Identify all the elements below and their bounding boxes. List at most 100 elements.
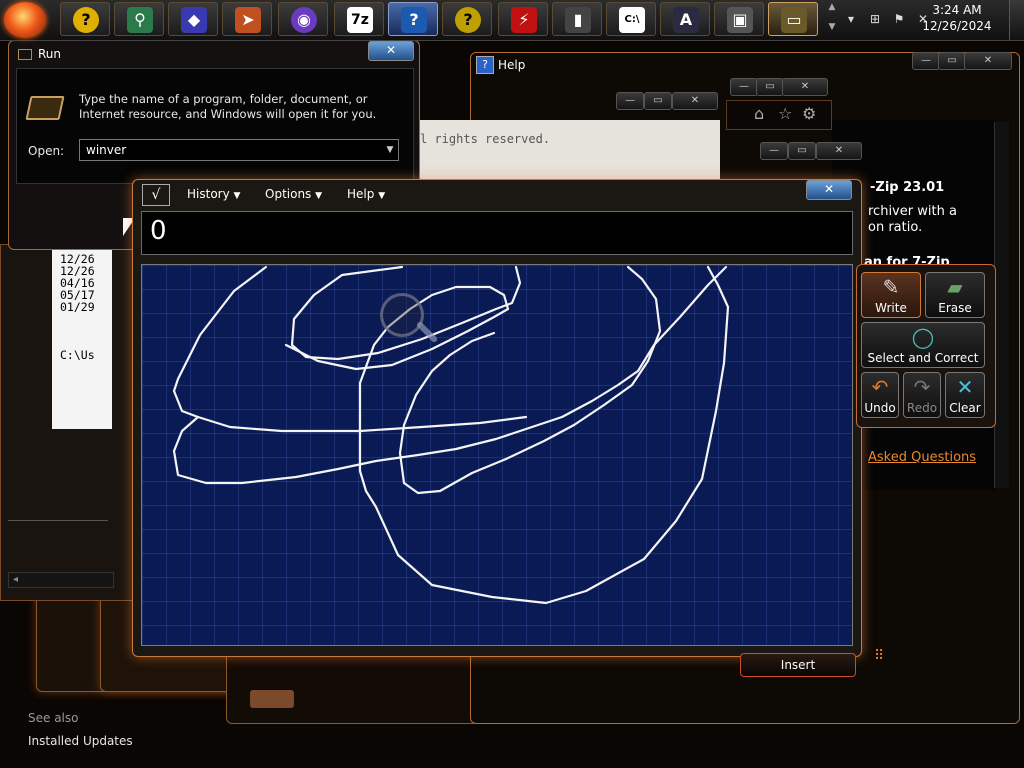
paper-plane-icon: ➤ <box>235 7 261 33</box>
horizontal-scrollbar[interactable]: ◂ <box>8 572 114 588</box>
help-window-title: Help <box>498 58 526 72</box>
show-hidden-icons-icon[interactable]: ▾ <box>844 12 858 26</box>
close-button[interactable]: ✕ <box>782 78 828 96</box>
help-text-line: rchiver with a <box>868 204 957 219</box>
mobile-icon: ▮ <box>565 7 591 33</box>
run-icon: ▭ <box>781 7 807 33</box>
document-text: l rights reserved. <box>420 132 551 146</box>
eraser-icon: ▰ <box>947 275 963 299</box>
clock-time[interactable]: 3:24 AM <box>912 3 1002 17</box>
help-text-line: -Zip 23.01 <box>870 180 945 195</box>
minimize-button[interactable]: — <box>912 52 940 70</box>
command-prompt-icon: C:\ <box>619 7 645 33</box>
help-scrollbar[interactable] <box>994 122 1009 488</box>
cube-icon: ◆ <box>181 7 207 33</box>
close-button[interactable]: ✕ <box>672 92 718 110</box>
help-icon: ? <box>73 7 99 33</box>
taskbar-app-mobile[interactable]: ▮ <box>552 2 602 36</box>
run-dialog-body <box>16 68 414 184</box>
math-close-button[interactable]: ✕ <box>806 180 852 200</box>
minimize-button[interactable]: — <box>730 78 758 96</box>
projector-decor-icon <box>250 690 294 708</box>
run-close-button[interactable]: ✕ <box>368 41 414 61</box>
close-button[interactable]: ✕ <box>964 52 1012 70</box>
select-and-correct-button[interactable]: ◯ Select and Correct <box>861 322 985 368</box>
ink-stroke <box>172 265 528 433</box>
run-description: Type the name of a program, folder, docu… <box>79 92 377 121</box>
gear-icon[interactable]: ⚙ <box>802 104 816 123</box>
insert-button[interactable]: Insert <box>740 653 856 677</box>
taskbar-app-cmd[interactable]: C:\ <box>606 2 656 36</box>
math-panel-icon: √ <box>142 184 170 206</box>
network-icon[interactable]: ⊞ <box>868 12 882 26</box>
clock-date[interactable]: 12/26/2024 <box>912 19 1002 33</box>
maximize-button[interactable]: ▭ <box>756 78 784 96</box>
help-menu[interactable]: Help ▼ <box>347 187 385 201</box>
clear-button[interactable]: ✕ Clear <box>945 372 985 418</box>
ink-stroke <box>398 265 662 495</box>
writing-canvas[interactable] <box>141 264 853 646</box>
magnifier-icon: ⚲ <box>127 7 153 33</box>
run-icon <box>25 96 65 120</box>
undo-icon: ↶ <box>871 375 889 399</box>
maximize-button[interactable]: ▭ <box>644 92 672 110</box>
undo-button[interactable]: ↶ Undo <box>861 372 899 418</box>
taskbar-app-run[interactable]: ▭ <box>768 2 818 36</box>
taskbar-app-math-input[interactable]: A <box>660 2 710 36</box>
chevron-down-icon: ▼ <box>233 191 241 201</box>
ink-stroke <box>172 265 728 485</box>
minimize-button[interactable]: — <box>760 142 788 160</box>
history-menu[interactable]: History ▼ <box>187 187 240 201</box>
magnifier-cursor-icon <box>380 293 424 337</box>
run-title-icon <box>18 49 32 60</box>
star-icon[interactable]: ☆ <box>778 104 792 123</box>
clear-icon: ✕ <box>956 375 974 399</box>
projector-icon: ▣ <box>727 7 753 33</box>
flash-icon: ⚡ <box>511 7 537 33</box>
seven-zip-icon: 7z <box>347 7 373 33</box>
math-input-icon: A <box>673 7 699 33</box>
redo-icon: ↷ <box>913 375 931 399</box>
taskbar-app-projector[interactable]: ▣ <box>714 2 764 36</box>
open-label: Open: <box>28 144 65 158</box>
minimize-button[interactable]: — <box>616 92 644 110</box>
math-preview: 0 <box>141 211 853 255</box>
write-button[interactable]: ✎ Write <box>861 272 921 318</box>
taskbar-app-help-support[interactable]: ? <box>388 2 438 36</box>
start-button[interactable] <box>4 2 46 38</box>
maximize-button[interactable]: ▭ <box>788 142 816 160</box>
taskbar-app-media[interactable]: ◉ <box>278 2 328 36</box>
taskbar-app-paper-plane[interactable]: ➤ <box>222 2 272 36</box>
narrator-icon: ? <box>455 7 481 33</box>
document-window <box>420 120 720 180</box>
erase-button[interactable]: ▰ Erase <box>925 272 985 318</box>
taskbar-app-help[interactable]: ? <box>60 2 110 36</box>
taskbar-app-flash[interactable]: ⚡ <box>498 2 548 36</box>
chevron-down-icon: ▼ <box>378 191 386 201</box>
installed-updates-link[interactable]: Installed Updates <box>28 734 133 748</box>
show-desktop-button[interactable] <box>1009 0 1024 40</box>
faq-link[interactable]: Asked Questions <box>868 450 976 465</box>
chevron-down-icon[interactable]: ▼ <box>383 143 397 157</box>
close-button[interactable]: ✕ <box>816 142 862 160</box>
home-icon[interactable]: ⌂ <box>754 104 764 123</box>
maximize-button[interactable]: ▭ <box>938 52 966 70</box>
flag-icon[interactable]: ⚑ <box>892 12 906 26</box>
left-panel-divider <box>8 520 108 521</box>
redo-button[interactable]: ↷ Redo <box>903 372 941 418</box>
open-input[interactable] <box>79 139 399 161</box>
taskbar-app-narrator[interactable]: ? <box>442 2 492 36</box>
cmd-line: 01/29 <box>60 300 95 314</box>
options-menu[interactable]: Options ▼ <box>265 187 322 201</box>
run-dialog-title: Run <box>38 47 62 61</box>
taskbar-app-magnifier[interactable]: ⚲ <box>114 2 164 36</box>
lasso-icon: ◯ <box>911 325 935 349</box>
taskbar-app-cube[interactable]: ◆ <box>168 2 218 36</box>
pen-icon: ✎ <box>882 275 900 299</box>
chevron-down-icon: ▼ <box>315 191 323 201</box>
grid-view-icon[interactable]: ⠿ <box>874 648 884 664</box>
handwriting-strokes <box>172 265 730 605</box>
taskbar-app-7zip[interactable]: 7z <box>334 2 384 36</box>
cmd-line: C:\Us <box>60 348 95 362</box>
windows-media-icon: ◉ <box>291 7 317 33</box>
